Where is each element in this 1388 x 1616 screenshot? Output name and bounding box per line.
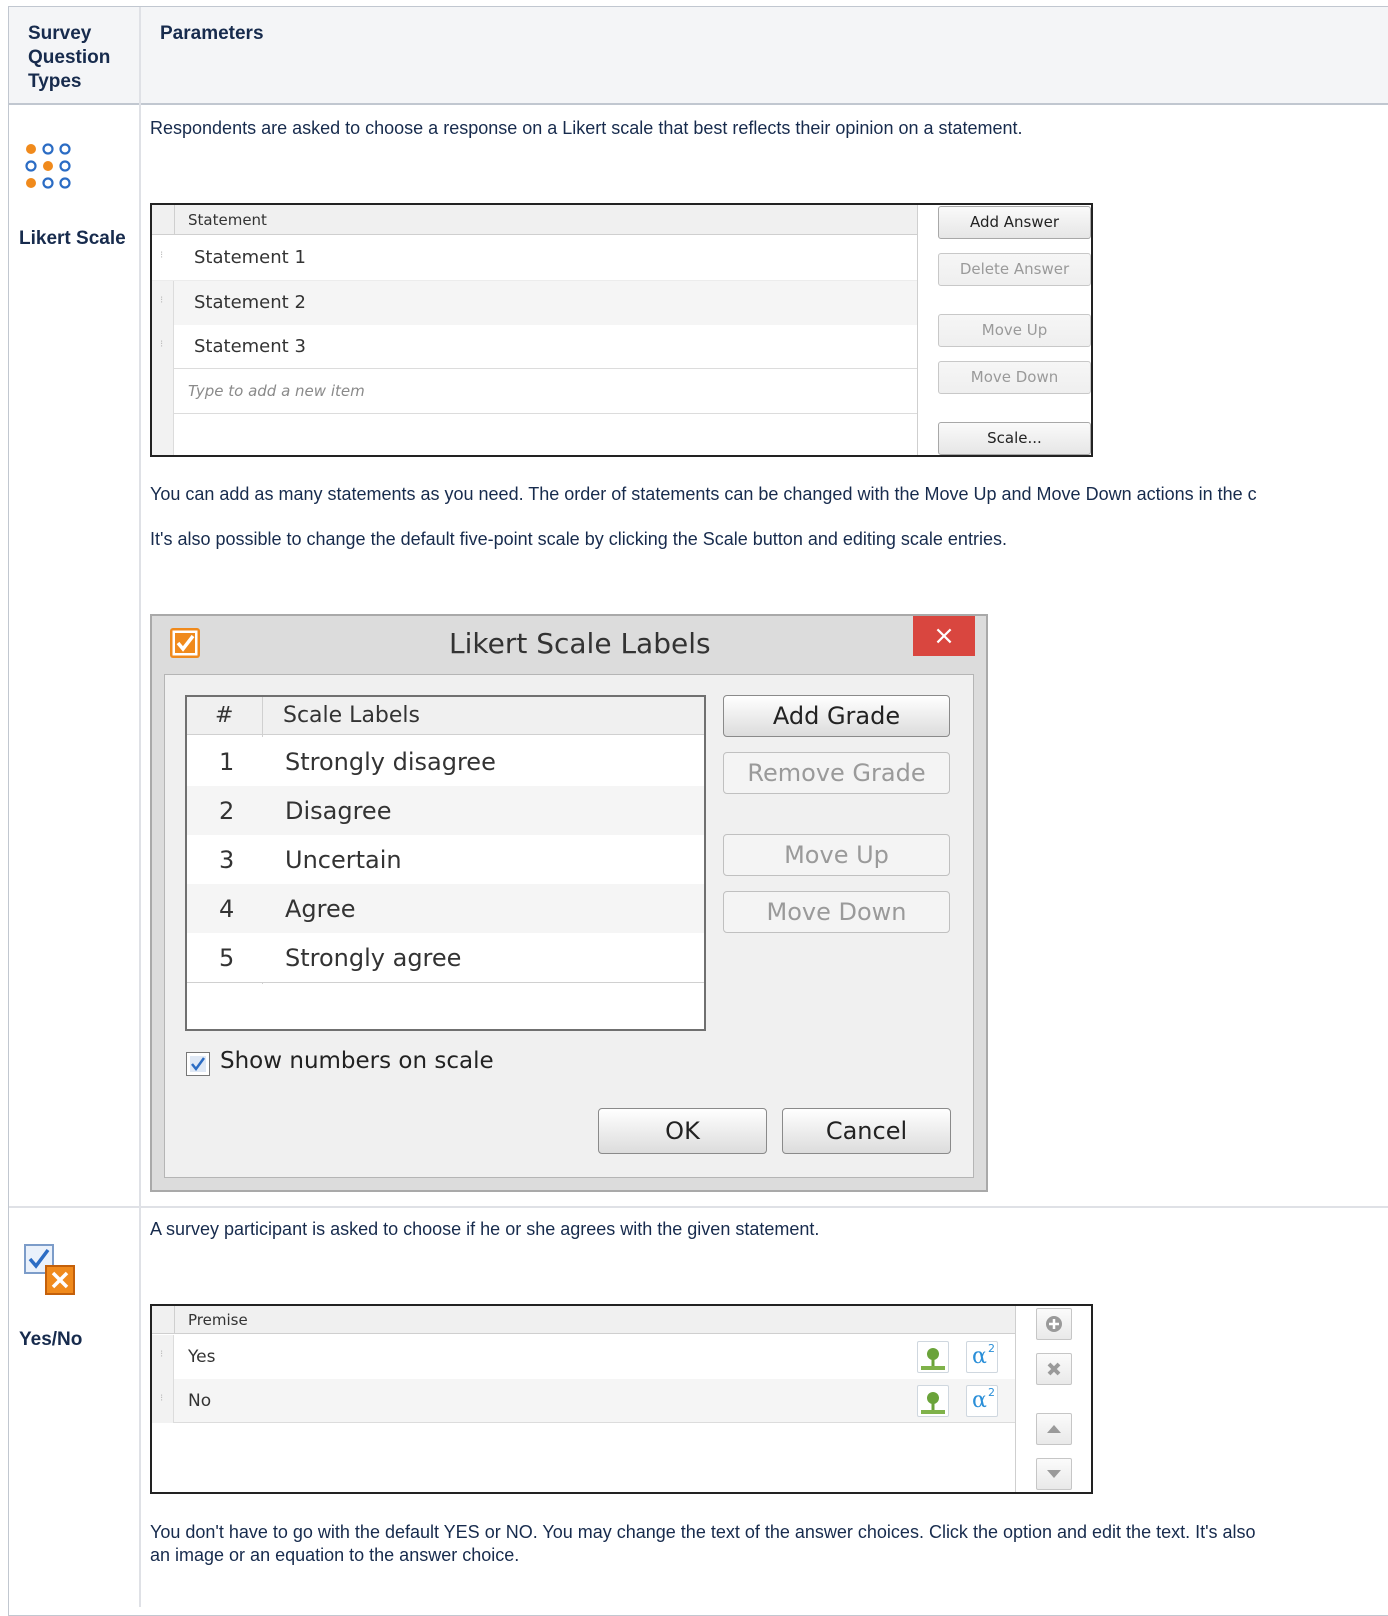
yes-no-intro-text: A survey participant is asked to choose …: [150, 1219, 820, 1239]
premise-column-header: Premise: [188, 1311, 248, 1329]
new-item-placeholder[interactable]: Type to add a new item: [188, 382, 365, 400]
grade-number: 4: [219, 895, 235, 923]
grade-number: 2: [219, 797, 235, 825]
move-up-button[interactable]: Move Up: [938, 314, 1091, 347]
grade-number: 1: [219, 748, 235, 776]
close-icon: [1047, 1362, 1061, 1376]
table-row[interactable]: 5 Strongly agree: [187, 933, 704, 983]
new-item-row[interactable]: Type to add a new item: [174, 370, 917, 414]
grade-number: 3: [219, 846, 235, 874]
statement-cell[interactable]: Statement 2: [194, 292, 306, 313]
drag-handle-icon[interactable]: ⁝: [160, 295, 163, 306]
row-divider: [9, 1206, 1388, 1208]
header-parameters: Parameters: [160, 23, 264, 44]
yes-no-text-line2: an image or an equation to the answer ch…: [150, 1545, 520, 1565]
table-row[interactable]: ⁝ No α 2: [160, 1379, 1015, 1423]
move-up-arrow-button[interactable]: [1036, 1413, 1072, 1445]
grade-number: 5: [219, 944, 235, 972]
table-row[interactable]: ⁝ Statement 3: [160, 325, 917, 369]
dialog-move-up-button[interactable]: Move Up: [723, 834, 950, 876]
move-down-button[interactable]: Move Down: [938, 361, 1091, 394]
likert-scale-label: Likert Scale: [19, 228, 126, 249]
insert-equation-icon[interactable]: α 2: [966, 1341, 998, 1373]
insert-image-icon[interactable]: [917, 1341, 949, 1373]
table-row[interactable]: 1 Strongly disagree: [187, 737, 704, 786]
table-row[interactable]: ⁝ Statement 2: [160, 281, 917, 325]
premise-cell[interactable]: Yes: [188, 1347, 215, 1367]
statements-grid-header: Statement: [152, 205, 918, 235]
insert-equation-icon[interactable]: α 2: [966, 1385, 998, 1417]
grade-label[interactable]: Strongly agree: [285, 944, 461, 972]
likert-scale-text: It's also possible to change the default…: [150, 529, 1007, 549]
show-numbers-checkbox[interactable]: [186, 1052, 210, 1076]
table-row[interactable]: 4 Agree: [187, 884, 704, 933]
ok-button[interactable]: OK: [598, 1108, 767, 1154]
yes-no-text-line1: You don't have to go with the default YE…: [150, 1522, 1256, 1542]
likert-scale-icon: [24, 142, 76, 194]
grid-side-divider: [917, 205, 918, 455]
plus-icon: [1046, 1316, 1062, 1332]
show-numbers-label[interactable]: Show numbers on scale: [220, 1048, 494, 1074]
remove-grade-button[interactable]: Remove Grade: [723, 752, 950, 794]
scale-button[interactable]: Scale...: [938, 422, 1091, 455]
add-item-button[interactable]: [1036, 1308, 1072, 1340]
dialog-title: Likert Scale Labels: [449, 627, 711, 660]
drag-handle-icon[interactable]: ⁝: [160, 1393, 163, 1404]
statement-column-header: Statement: [188, 211, 267, 229]
statement-cell[interactable]: Statement 3: [194, 336, 306, 357]
statement-cell[interactable]: Statement 1: [194, 247, 306, 268]
table-row[interactable]: 2 Disagree: [187, 786, 704, 835]
grade-label[interactable]: Strongly disagree: [285, 748, 496, 776]
likert-intro-text: Respondents are asked to choose a respon…: [150, 118, 1023, 138]
scale-grid-header: # Scale Labels: [187, 697, 704, 735]
checkmark-icon: [190, 1056, 206, 1072]
premise-cell[interactable]: No: [188, 1391, 211, 1411]
yes-no-icon: [24, 1244, 76, 1296]
yes-no-label: Yes/No: [19, 1329, 83, 1350]
scale-labels-grid: # Scale Labels 1 Strongly disagree 2 Dis…: [185, 695, 706, 1031]
column-divider: [139, 7, 141, 1607]
arrow-down-icon: [1047, 1470, 1061, 1478]
cancel-button[interactable]: Cancel: [782, 1108, 951, 1154]
scale-labels-column-header: Scale Labels: [283, 703, 420, 728]
grid-side-divider: [1015, 1306, 1016, 1492]
statements-panel: Statement ⁝ Statement 1 ⁝ Statement 2 ⁝ …: [150, 203, 1093, 457]
table-row[interactable]: ⁝ Statement 1: [152, 236, 917, 281]
number-column-header: #: [215, 703, 234, 728]
table-row[interactable]: 3 Uncertain: [187, 835, 704, 884]
dialog-move-down-button[interactable]: Move Down: [723, 891, 950, 933]
header-survey-question-types: Survey Question Types: [28, 23, 111, 92]
delete-item-button[interactable]: [1036, 1353, 1072, 1385]
arrow-up-icon: [1047, 1425, 1061, 1433]
insert-image-icon[interactable]: [917, 1385, 949, 1417]
premise-grid-header: Premise: [152, 1306, 1016, 1334]
app-checkbox-icon: [170, 628, 200, 658]
grade-label[interactable]: Uncertain: [285, 846, 402, 874]
add-grade-button[interactable]: Add Grade: [723, 695, 950, 737]
drag-handle-icon[interactable]: ⁝: [160, 339, 163, 350]
grade-label[interactable]: Agree: [285, 895, 356, 923]
add-answer-button[interactable]: Add Answer: [938, 206, 1091, 239]
drag-handle-icon[interactable]: ⁝: [160, 250, 163, 261]
grade-label[interactable]: Disagree: [285, 797, 391, 825]
move-down-arrow-button[interactable]: [1036, 1458, 1072, 1490]
premise-panel: Premise ⁝ Yes α 2 ⁝ No α 2: [150, 1304, 1093, 1494]
likert-statements-text: You can add as many statements as you ne…: [150, 484, 1257, 504]
delete-answer-button[interactable]: Delete Answer: [938, 253, 1091, 286]
drag-handle-icon[interactable]: ⁝: [160, 1349, 163, 1360]
table-row[interactable]: ⁝ Yes α 2: [160, 1335, 1015, 1379]
close-icon[interactable]: ×: [913, 616, 975, 656]
